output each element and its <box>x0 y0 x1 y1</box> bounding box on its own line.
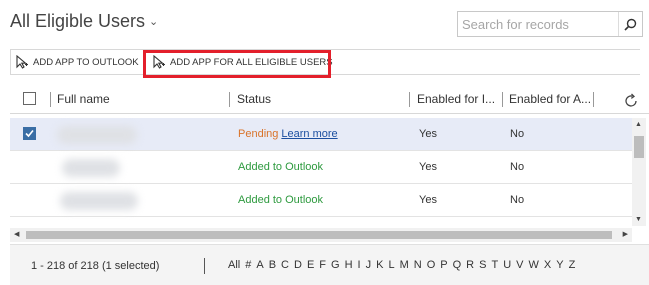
scroll-right-icon[interactable]: ▶ <box>623 231 628 238</box>
enabled-i-cell: Yes <box>419 194 437 206</box>
alpha-filter-all[interactable]: All <box>228 259 240 271</box>
alpha-filter-b[interactable]: B <box>269 259 276 271</box>
vertical-scroll-thumb[interactable] <box>634 136 644 158</box>
page-title-text: All Eligible Users <box>10 11 146 31</box>
enabled-a-cell: No <box>510 161 525 173</box>
alpha-filter-d[interactable]: D <box>294 259 302 271</box>
column-header-full-name[interactable]: Full name <box>57 92 227 106</box>
row-checkbox[interactable] <box>23 127 36 140</box>
column-header-status[interactable]: Status <box>237 92 407 106</box>
alpha-filter-f[interactable]: F <box>319 259 326 271</box>
footer-separator <box>204 258 205 274</box>
column-separator <box>229 92 230 107</box>
full-name-cell <box>57 126 137 144</box>
table-row[interactable]: Added to Outlook Yes No <box>10 151 632 184</box>
page-title[interactable]: All Eligible Users ⌄ <box>10 11 158 32</box>
alpha-filter-o[interactable]: O <box>427 259 436 271</box>
vertical-scrollbar[interactable]: ▲ ▼ <box>632 118 646 226</box>
alphabet-filter: All # A B C D E F G H I J K L M N O P Q R S T U V W X Y Z <box>228 259 580 271</box>
alpha-filter-a[interactable]: A <box>256 259 263 271</box>
alpha-filter-v[interactable]: V <box>516 259 523 271</box>
alpha-filter-h[interactable]: H <box>345 259 353 271</box>
table-row[interactable]: Added to Outlook Yes No <box>10 184 632 217</box>
alpha-filter-e[interactable]: E <box>307 259 314 271</box>
full-name-cell <box>60 192 138 210</box>
alpha-filter-t[interactable]: T <box>491 259 498 271</box>
alpha-filter-z[interactable]: Z <box>569 259 576 271</box>
status-cell: Added to Outlook <box>238 161 324 173</box>
status-text: Pending <box>238 128 279 140</box>
horizontal-scroll-thumb[interactable] <box>26 231 612 239</box>
alpha-filter-q[interactable]: Q <box>453 259 462 271</box>
enabled-a-cell: No <box>510 194 525 206</box>
alpha-filter-j[interactable]: J <box>366 259 372 271</box>
column-separator <box>50 92 51 107</box>
scroll-left-icon[interactable]: ◀ <box>14 231 19 238</box>
scroll-down-icon[interactable]: ▼ <box>635 216 642 223</box>
horizontal-scrollbar[interactable]: ◀ ▶ <box>10 228 632 242</box>
alpha-filter-p[interactable]: P <box>440 259 447 271</box>
chevron-down-icon[interactable]: ⌄ <box>149 16 158 28</box>
alpha-filter-k[interactable]: K <box>376 259 383 271</box>
alpha-filter-s[interactable]: S <box>479 259 486 271</box>
alpha-filter-r[interactable]: R <box>466 259 474 271</box>
learn-more-link[interactable]: Learn more <box>281 128 337 140</box>
search-box <box>457 11 643 37</box>
scroll-up-icon[interactable]: ▲ <box>635 121 642 128</box>
record-count: 1 - 218 of 218 (1 selected) <box>31 260 160 272</box>
table-row[interactable]: Pending Learn more Yes No <box>10 118 632 151</box>
alpha-filter-hash[interactable]: # <box>245 259 251 271</box>
column-header-enabled-i[interactable]: Enabled for I... <box>417 92 501 106</box>
alpha-filter-i[interactable]: I <box>358 259 361 271</box>
alpha-filter-y[interactable]: Y <box>556 259 563 271</box>
add-app-icon <box>16 55 28 69</box>
add-app-to-outlook-label: ADD APP TO OUTLOOK <box>33 56 139 68</box>
grid-header: Full name Status Enabled for I... Enable… <box>10 84 649 114</box>
status-cell: Added to Outlook <box>238 194 324 206</box>
alpha-filter-g[interactable]: G <box>331 259 340 271</box>
alpha-filter-c[interactable]: C <box>281 259 289 271</box>
add-app-to-outlook-button[interactable]: ADD APP TO OUTLOOK <box>15 50 139 74</box>
alpha-filter-w[interactable]: W <box>529 259 539 271</box>
column-separator <box>593 92 594 107</box>
checkmark-icon <box>25 129 34 138</box>
grid-footer: 1 - 218 of 218 (1 selected) All # A B C D E F G H… <box>10 244 649 285</box>
column-separator <box>409 92 410 107</box>
alpha-filter-u[interactable]: U <box>503 259 511 271</box>
refresh-icon[interactable] <box>623 93 639 109</box>
column-header-enabled-a[interactable]: Enabled for A... <box>509 92 593 106</box>
full-name-cell <box>62 159 120 177</box>
alpha-filter-m[interactable]: M <box>400 259 409 271</box>
column-separator <box>502 92 503 107</box>
enabled-a-cell: No <box>510 128 525 140</box>
search-icon <box>624 18 637 31</box>
select-all-checkbox[interactable] <box>23 92 36 105</box>
alpha-filter-l[interactable]: L <box>388 259 394 271</box>
highlight-box <box>143 50 331 78</box>
search-button[interactable] <box>618 12 642 36</box>
enabled-i-cell: Yes <box>419 128 437 140</box>
search-input[interactable] <box>458 12 618 36</box>
alpha-filter-x[interactable]: X <box>544 259 551 271</box>
alpha-filter-n[interactable]: N <box>414 259 422 271</box>
status-cell: Pending Learn more <box>238 128 338 140</box>
enabled-i-cell: Yes <box>419 161 437 173</box>
